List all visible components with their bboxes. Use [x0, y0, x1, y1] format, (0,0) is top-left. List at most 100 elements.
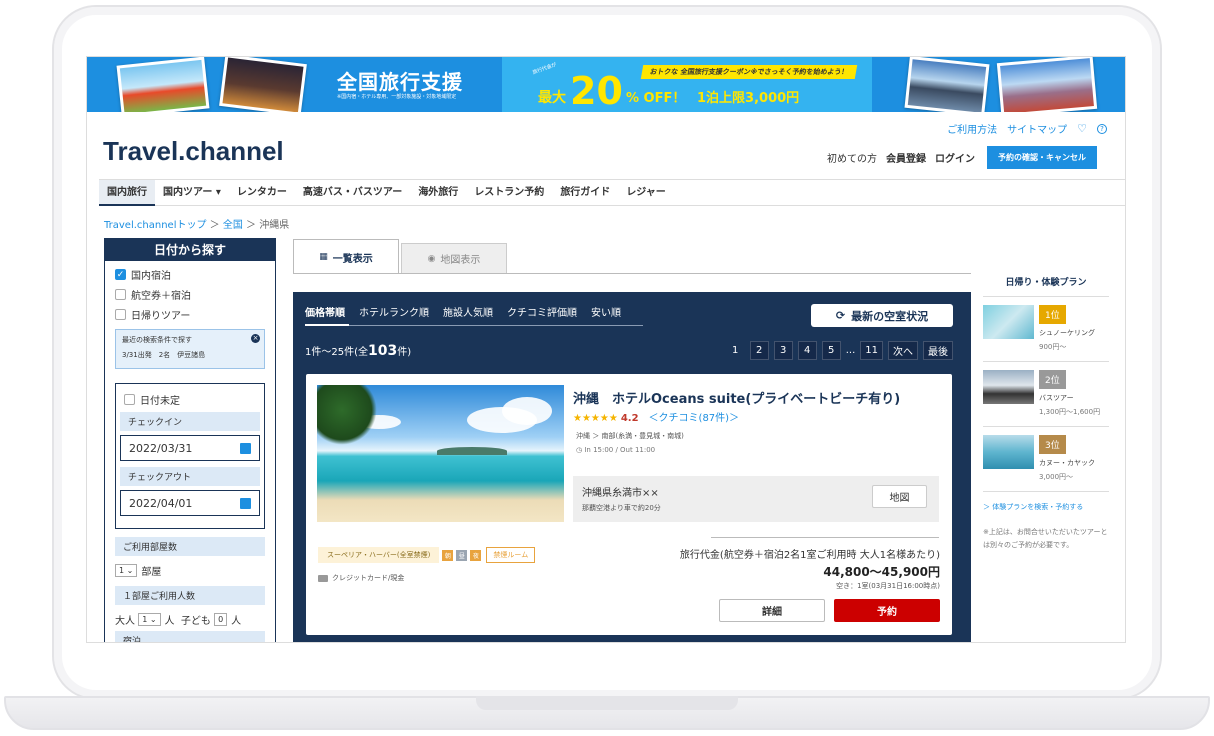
tab-divider [293, 273, 971, 274]
sort-price-range[interactable]: 価格帯順 [305, 304, 345, 319]
star-icon: ★★★★★ [573, 413, 618, 424]
page-4[interactable]: 4 [797, 341, 817, 360]
child-select[interactable]: 0 [214, 613, 228, 626]
check-domestic-stay[interactable]: ✓ 国内宿泊 [115, 267, 275, 282]
smoking-tag: 禁煙ルーム [486, 547, 536, 563]
price: 44,800～45,900円 [823, 565, 940, 579]
laptop-notch [476, 696, 738, 710]
hotel-title[interactable]: 沖縄 ホテルOceans suite(プライベートビーチ有り) [573, 388, 900, 407]
right-sidebar: 日帰り・体験プラン 1位 シュノーケリング 900円～ 2位 バスツアー 1,300円～… [983, 275, 1109, 552]
banner-photo-flowers [116, 57, 210, 112]
sort-popular[interactable]: 施設人気順 [443, 304, 493, 319]
promo-banner[interactable]: 全国旅行支援 ※国内宿・ホテル専用、一部対象施設・対象地域限定 旅行代金が おト… [87, 57, 1125, 112]
results-panel: 価格帯順 ホテルランク順 施設人気順 クチコミ評価順 安い順 ⟳ 最新の空室状況 … [293, 292, 971, 642]
link-sitemap[interactable]: サイトマップ [1007, 121, 1067, 136]
page-1[interactable]: 1 [726, 341, 745, 360]
reviews-link[interactable]: ＜クチコミ(87件)＞ [649, 413, 740, 424]
hotel-time: ◷ In 15:00 / Out 11:00 [576, 446, 656, 454]
sort-review[interactable]: クチコミ評価順 [507, 304, 577, 319]
map-button[interactable]: 地図 [872, 485, 927, 508]
nav-restaurant[interactable]: レストラン予約 [466, 180, 552, 206]
rank-badge: 3位 [1039, 435, 1066, 454]
main-nav: 国内旅行 国内ツアー ▾ レンタカー 高速バス・バスツアー 海外旅行 レストラン… [99, 179, 1125, 206]
check-air-stay[interactable]: 航空券＋宿泊 [115, 287, 275, 302]
payment-info: クレジットカード/現金 [318, 573, 404, 583]
day-plan-link[interactable]: ＞ 体験プランを検索・予約する [983, 502, 1109, 512]
help-icon[interactable]: ? [1097, 123, 1107, 134]
pagination: 1 2 3 4 5 ... 11 次へ 最後 [726, 341, 953, 360]
checkin-input[interactable]: 2022/03/31 [120, 435, 260, 461]
page-2[interactable]: 2 [749, 341, 769, 360]
grid-icon: ▦ [319, 252, 328, 262]
search-sidebar: 日付から探す ✓ 国内宿泊 航空券＋宿泊 日帰りツアー 最近の検索条件で探す 3/… [104, 238, 276, 642]
availability-button[interactable]: ⟳ 最新の空室状況 [811, 304, 953, 327]
checkbox-icon[interactable] [115, 288, 126, 300]
vacancy: 空き：1室(03月31日16:00時点) [836, 582, 940, 590]
heart-icon[interactable]: ♡ [1077, 122, 1087, 135]
sort-cheap[interactable]: 安い順 [591, 304, 621, 319]
header-actions: 初めての方 会員登録 ログイン 予約の確認・キャンセル [827, 146, 1097, 169]
breadcrumb-top[interactable]: Travel.channelトップ [104, 220, 206, 231]
tab-list[interactable]: ▦ 一覧表示 [293, 239, 399, 274]
pin-icon: ◉ [427, 253, 436, 264]
people-label: １部屋ご利用人数 [115, 586, 265, 605]
tab-map[interactable]: ◉ 地図表示 [401, 243, 507, 274]
reservation-button[interactable]: 予約の確認・キャンセル [987, 146, 1097, 169]
link-usage[interactable]: ご利用方法 [947, 121, 997, 136]
coupon-ribbon: おトクな 全国旅行支援クーポン※でさっそく予約を始めよう！ [640, 65, 858, 79]
banner-photo-fuji [996, 57, 1098, 112]
checkbox-checked-icon[interactable]: ✓ [115, 268, 126, 280]
nav-leisure[interactable]: レジャー [618, 180, 674, 206]
nav-domestic-tour[interactable]: 国内ツアー ▾ [155, 180, 229, 206]
room-type: スーペリア・ハーバー(全室禁煙) [318, 547, 440, 563]
recent-search[interactable]: 最近の検索条件で探す 3/31出発 2名 伊豆諸島 × [115, 329, 265, 369]
date-box: 日付未定 チェックイン 2022/03/31 チェックアウト 2022/04/0… [115, 383, 265, 529]
bus-image [983, 370, 1034, 404]
site-logo[interactable]: Travel.channel [103, 136, 284, 167]
screen: 全国旅行支援 ※国内宿・ホテル専用、一部対象施設・対象地域限定 旅行代金が おト… [86, 56, 1126, 643]
page-5[interactable]: 5 [821, 341, 841, 360]
coupon-off: % OFF！ [626, 91, 686, 106]
rank-item[interactable]: 3位 カヌー・カヤック 3,000円～ [983, 427, 1109, 492]
rooms-select[interactable]: 1 ⌄ [115, 564, 138, 577]
coupon-tiny: 旅行代金が [531, 61, 558, 77]
page-11[interactable]: 11 [860, 341, 883, 360]
rank-item[interactable]: 2位 バスツアー 1,300円～1,600円 [983, 362, 1109, 427]
rank-badge: 2位 [1039, 370, 1066, 389]
banner-photo-night [219, 57, 307, 112]
checkbox-icon[interactable] [115, 308, 126, 320]
close-icon[interactable]: × [251, 334, 260, 343]
refresh-icon: ⟳ [835, 309, 846, 322]
nav-overseas[interactable]: 海外旅行 [410, 180, 466, 206]
check-date-undecided[interactable]: 日付未定 [124, 392, 260, 407]
link-first-time[interactable]: 初めての方 [827, 150, 877, 165]
page-next[interactable]: 次へ [888, 341, 918, 360]
checkbox-icon[interactable] [124, 393, 135, 405]
breadcrumb-all[interactable]: 全国 [223, 220, 243, 231]
nav-guide[interactable]: 旅行ガイド [552, 180, 618, 206]
calendar-icon[interactable] [240, 442, 251, 454]
page-ellipsis: ... [845, 345, 856, 356]
link-register[interactable]: 会員登録 [886, 150, 926, 165]
meal-lunch: 昼 [456, 549, 468, 561]
nav-rental-car[interactable]: レンタカー [229, 180, 295, 206]
page-3[interactable]: 3 [773, 341, 793, 360]
checkout-input[interactable]: 2022/04/01 [120, 490, 260, 516]
calendar-icon[interactable] [240, 497, 251, 509]
check-day-tour[interactable]: 日帰りツアー [115, 307, 275, 322]
link-login[interactable]: ログイン [935, 150, 975, 165]
detail-button[interactable]: 詳細 [719, 599, 825, 622]
rank-item[interactable]: 1位 シュノーケリング 900円～ [983, 297, 1109, 362]
page-last[interactable]: 最後 [923, 341, 953, 360]
nav-bus[interactable]: 高速バス・バスツアー [295, 180, 410, 206]
credit-card-icon [318, 574, 328, 582]
sort-rank[interactable]: ホテルランク順 [359, 304, 429, 319]
price-label: 旅行代金(航空券＋宿泊2名1室ご利用時 大人1名様あたり) [679, 550, 940, 561]
rooms-row: 1 ⌄ 部屋 [115, 563, 265, 578]
reserve-button[interactable]: 予約 [834, 599, 940, 622]
day-plan-note: ※上記は、お問合せいただいたツアーとは別々のご予約が必要です。 [983, 528, 1108, 549]
nav-domestic[interactable]: 国内旅行 [99, 179, 155, 206]
hotel-image[interactable] [317, 385, 564, 522]
breadcrumb-current: 沖縄県 [259, 220, 290, 231]
adult-select[interactable]: 1 ⌄ [138, 613, 161, 626]
